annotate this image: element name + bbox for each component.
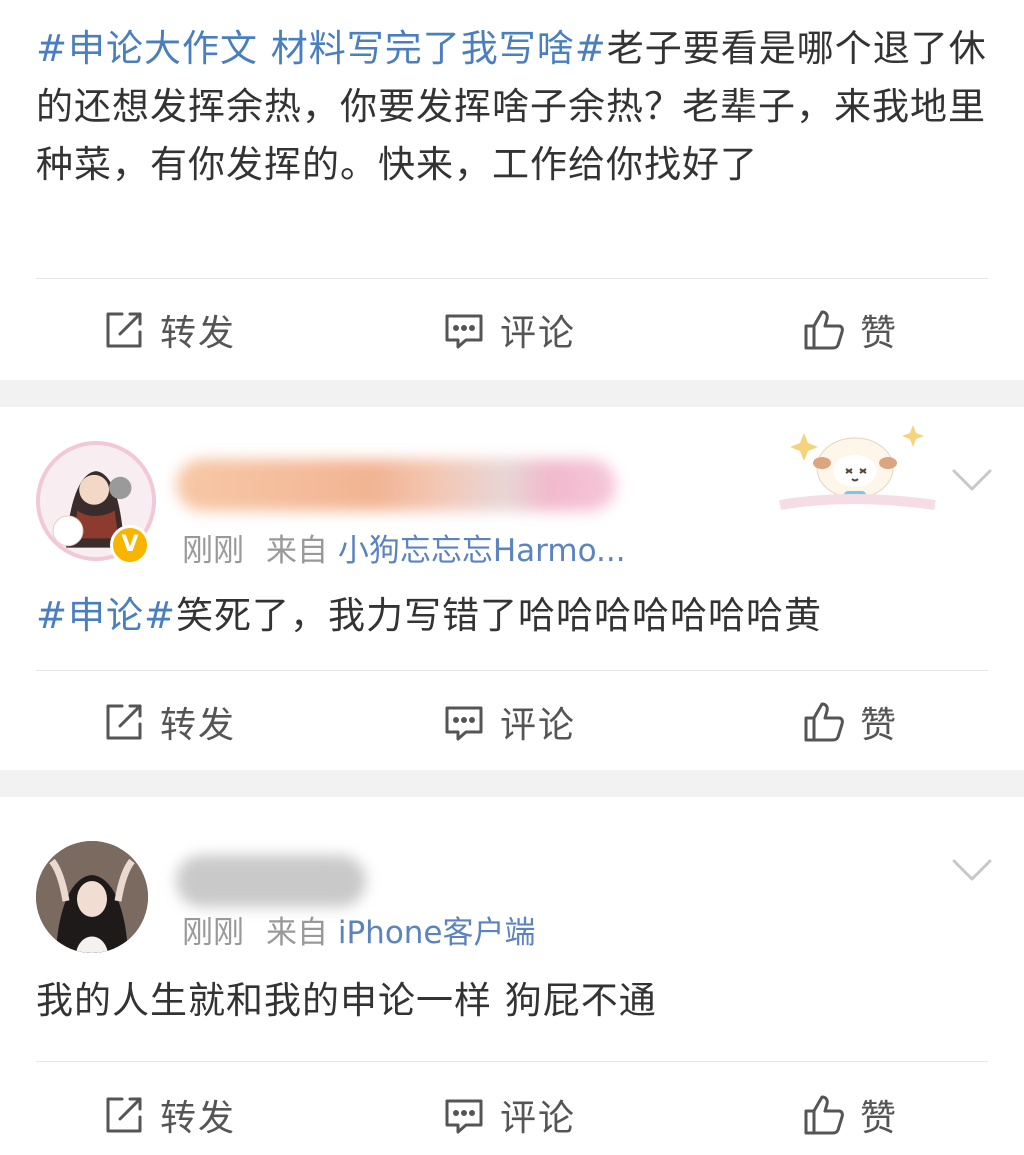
comment-button[interactable]: 评论 xyxy=(442,698,576,746)
post-text[interactable]: 我的人生就和我的申论一样 狗屁不通 xyxy=(36,972,991,1030)
comment-label: 评论 xyxy=(500,313,577,354)
topic-link[interactable]: #申论大作文 材料写完了我写啥# xyxy=(36,27,607,70)
repost-label: 转发 xyxy=(160,1098,237,1139)
like-label: 赞 xyxy=(860,313,899,354)
action-bar: 转发 评论 赞 xyxy=(0,672,1024,772)
thumbs-up-icon xyxy=(804,1095,844,1135)
edit-share-icon xyxy=(106,704,142,740)
username-blurred[interactable] xyxy=(176,855,366,907)
comment-button[interactable]: 评论 xyxy=(442,306,576,354)
card-separator xyxy=(0,770,1024,797)
like-label: 赞 xyxy=(860,1098,899,1139)
divider xyxy=(36,278,988,279)
like-button[interactable]: 赞 xyxy=(802,1091,898,1139)
post-meta: 刚刚 来自 小狗忘忘忘Harmo... xyxy=(182,525,626,570)
source-link[interactable]: 小狗忘忘忘Harmo... xyxy=(338,533,626,569)
comment-bubble-icon xyxy=(445,314,483,349)
like-button[interactable]: 赞 xyxy=(802,698,898,746)
post-text[interactable]: #申论大作文 材料写完了我写啥#老子要看是哪个退了休的还想发挥余热，你要发挥啥子… xyxy=(36,20,991,194)
thumbs-up-icon xyxy=(804,310,844,350)
source-sep xyxy=(328,533,338,569)
verified-badge: V xyxy=(110,525,150,565)
post-card: 刚刚来自 iPhone客户端 我的人生就和我的申论一样 狗屁不通 转发 评论 xyxy=(0,797,1024,1155)
topic-link[interactable]: #申论# xyxy=(36,594,176,637)
post-card: #申论大作文 材料写完了我写啥#老子要看是哪个退了休的还想发挥余热，你要发挥啥子… xyxy=(0,0,1024,380)
weibo-feed: #申论大作文 材料写完了我写啥#老子要看是哪个退了休的还想发挥余热，你要发挥啥子… xyxy=(0,0,1024,1155)
repost-button[interactable]: 转发 xyxy=(102,1091,236,1139)
avatar[interactable] xyxy=(36,841,148,953)
card-separator xyxy=(0,380,1024,407)
username-blurred[interactable] xyxy=(176,459,616,511)
comment-button[interactable]: 评论 xyxy=(442,1091,576,1139)
like-button[interactable]: 赞 xyxy=(802,306,898,354)
divider xyxy=(36,1061,988,1062)
source-prefix: 来自 xyxy=(266,533,328,569)
thumbs-up-icon xyxy=(804,702,844,742)
post-time: 刚刚 xyxy=(182,533,244,569)
chevron-down-icon[interactable] xyxy=(950,855,994,885)
post-body: 笑死了，我力写错了哈哈哈哈哈哈哈黄 xyxy=(176,594,823,637)
sheep-sticker xyxy=(760,413,940,513)
avatar-image xyxy=(36,841,148,953)
chevron-down-icon[interactable] xyxy=(950,465,994,495)
source-sep xyxy=(328,915,338,951)
repost-label: 转发 xyxy=(160,705,237,746)
post-time: 刚刚 xyxy=(182,915,244,951)
post-text[interactable]: #申论#笑死了，我力写错了哈哈哈哈哈哈哈黄 xyxy=(36,587,991,645)
divider xyxy=(36,670,988,671)
post-meta: 刚刚 来自 iPhone客户端 xyxy=(182,907,536,952)
edit-share-icon xyxy=(106,1097,142,1133)
comment-bubble-icon xyxy=(445,706,483,741)
comment-label: 评论 xyxy=(500,1098,577,1139)
like-label: 赞 xyxy=(860,705,899,746)
post-body: 我的人生就和我的申论一样 狗屁不通 xyxy=(36,979,657,1022)
repost-label: 转发 xyxy=(160,313,237,354)
repost-button[interactable]: 转发 xyxy=(102,698,236,746)
source-link[interactable]: iPhone客户端 xyxy=(338,915,536,951)
action-bar: 转发 评论 赞 xyxy=(0,1065,1024,1155)
repost-button[interactable]: 转发 xyxy=(102,306,236,354)
post-card: V 刚刚 来自 小狗忘忘忘Harmo... #申论#笑死了，我力写错了哈哈哈哈哈… xyxy=(0,407,1024,770)
comment-label: 评论 xyxy=(500,705,577,746)
source-prefix: 来自 xyxy=(266,915,328,951)
action-bar: 转发 评论 赞 xyxy=(0,280,1024,380)
edit-share-icon xyxy=(106,312,142,348)
comment-bubble-icon xyxy=(445,1099,483,1134)
